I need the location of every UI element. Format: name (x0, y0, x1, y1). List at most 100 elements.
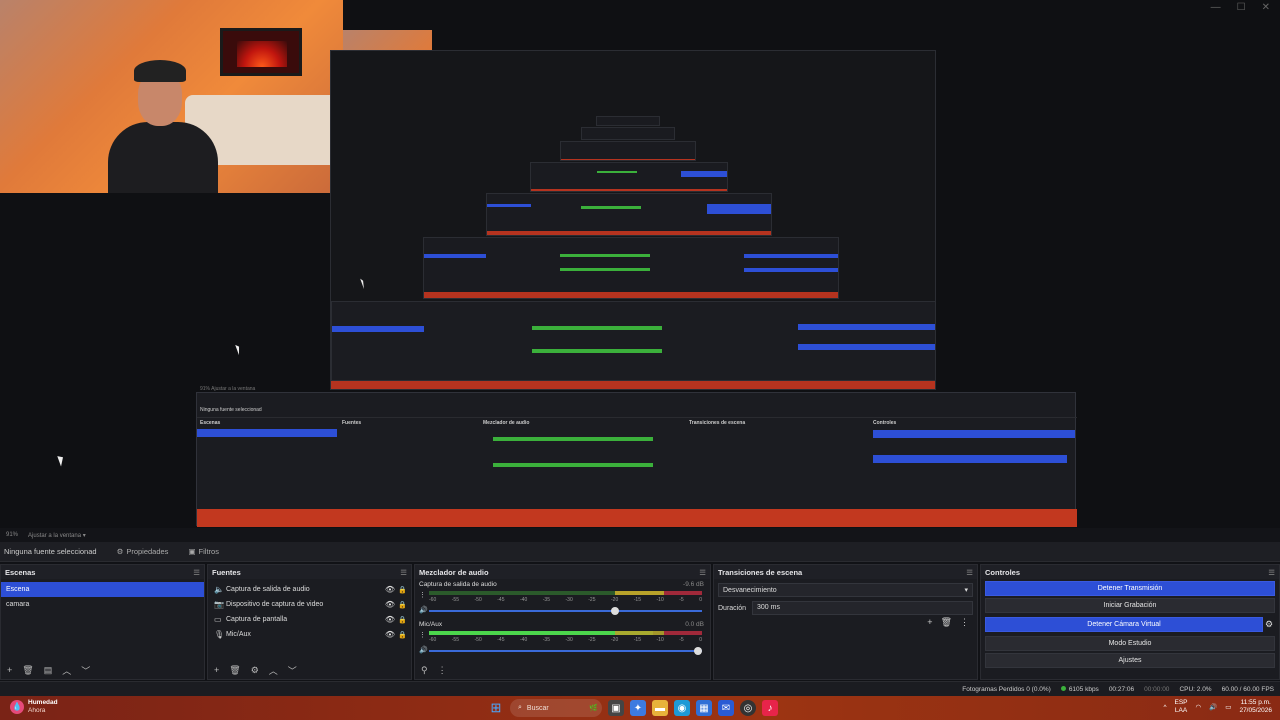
chevron-down-icon: ▾ (964, 587, 968, 594)
add-icon[interactable]: + (214, 665, 219, 675)
bitrate: 6105 kbps (1060, 685, 1099, 693)
cpu-usage: CPU: 2.0% (1179, 685, 1212, 693)
volume-slider[interactable] (429, 647, 702, 655)
duration-input[interactable]: 300 ms (752, 601, 973, 615)
meter-ticks: -60 -55 -50 -45 -40 -35 -30 -25 -20 -15 -10 -5 0 (429, 597, 702, 603)
speaker-icon[interactable]: 🔊 (419, 646, 428, 654)
speaker-icon[interactable]: 🔊 (419, 606, 428, 614)
language-indicator[interactable]: ESP LAA (1175, 699, 1188, 715)
link-icon[interactable]: ⚲ (421, 665, 428, 676)
volume-slider[interactable] (429, 607, 702, 615)
eye-icon[interactable]: 👁 (385, 585, 395, 594)
lock-icon[interactable]: 🔒 (398, 616, 407, 624)
menu-dots-icon[interactable]: ⋮ (419, 631, 426, 639)
webcam-feed (0, 0, 343, 193)
dock-menu-icon[interactable]: ☰ (1268, 568, 1275, 577)
nested-preview-3 (486, 193, 772, 236)
audio-mixer-dock: Mezclador de audio ☰ Captura de salida de… (414, 564, 711, 680)
copilot-icon[interactable]: ✦ (630, 700, 646, 716)
nested-preview-main: 91% Ajustar a la ventana Ninguna fuente … (196, 386, 1077, 527)
lock-icon[interactable]: 🔒 (398, 631, 407, 639)
eye-icon[interactable]: 👁 (385, 615, 395, 624)
system-tray: ^ ESP LAA ◠ 🔊 ▭ 11:55 p.m. 27/05/2026 (1163, 699, 1272, 715)
mixer-title: Mezclador de audio (419, 567, 489, 577)
streamer-person (108, 60, 218, 193)
gear-icon[interactable]: ⚙ (251, 665, 259, 676)
filter-icon[interactable]: ▤ (44, 665, 53, 676)
add-icon[interactable]: + (927, 617, 932, 628)
source-item[interactable]: 🔈 Captura de salida de audio 👁 🔒 (208, 582, 411, 597)
task-view-icon[interactable]: ▣ (608, 700, 624, 716)
studio-mode-button[interactable]: Modo Estudio (985, 636, 1275, 651)
mixer-channel: Mic/Aux 0.0 dB -60 -55 -50 -45 -40 -35 -30 -25-… (415, 619, 710, 659)
channel-name: Captura de salida de audio (419, 581, 497, 588)
up-arrow-icon[interactable]: ︿ (269, 664, 278, 677)
speaker-icon: 🔈 (214, 585, 224, 594)
fireplace-tv (220, 28, 302, 76)
menu-dots-icon[interactable]: ⋮ (438, 665, 447, 676)
minimize-button[interactable]: — (1211, 2, 1221, 13)
gear-icon[interactable]: ⚙ (1265, 619, 1279, 630)
no-source-label: Ninguna fuente seleccionad (4, 547, 97, 556)
file-explorer-icon[interactable]: ▬ (652, 700, 668, 716)
edge-icon[interactable]: ◉ (674, 700, 690, 716)
trash-icon[interactable]: 🗑 (229, 665, 240, 676)
mixer-channel: Captura de salida de audio -9.6 dB -60 -5… (415, 579, 710, 619)
mail-icon[interactable]: ✉ (718, 700, 734, 716)
taskbar-search[interactable]: ⌕ Buscar 🌿 (510, 699, 602, 717)
trash-icon[interactable]: 🗑 (22, 665, 33, 676)
windows-taskbar: 💧 Humedad Ahora ⊞ ⌕ Buscar 🌿 ▣ ✦ ▬ ◉ ▦ ✉ ◎ … (0, 696, 1280, 720)
source-item[interactable]: ▭ Captura de pantalla 👁 🔒 (208, 612, 411, 627)
menu-dots-icon[interactable]: ⋮ (419, 591, 426, 599)
lock-icon[interactable]: 🔒 (398, 586, 407, 594)
weather-widget[interactable]: 💧 Humedad Ahora (10, 699, 58, 715)
dock-menu-icon[interactable]: ☰ (193, 568, 200, 577)
scenes-dock: Escenas ☰ Escena camara + 🗑 ▤ ︿ ﹀ (0, 564, 205, 680)
dock-menu-icon[interactable]: ☰ (966, 568, 973, 577)
controls-dock: Controles ☰ Detener Transmisión Iniciar G… (980, 564, 1280, 680)
zoom-level[interactable]: 91% (6, 532, 18, 538)
nested-preview-6 (581, 127, 675, 140)
up-arrow-icon[interactable]: ︿ (62, 664, 71, 677)
volume-icon[interactable]: 🔊 (1209, 703, 1217, 711)
fps: 60.00 / 60.00 FPS (1221, 685, 1274, 693)
gear-icon: ⚙ (116, 547, 124, 556)
filters-button[interactable]: ▣ Filtros (188, 547, 219, 556)
dock-menu-icon[interactable]: ☰ (699, 568, 706, 577)
eye-icon[interactable]: 👁 (385, 600, 395, 609)
menu-dots-icon[interactable]: ⋮ (960, 617, 969, 628)
source-toolbar: Ninguna fuente seleccionad ⚙ Propiedades … (0, 542, 1280, 562)
obs-icon[interactable]: ◎ (740, 700, 756, 716)
scene-item[interactable]: camara (1, 597, 204, 612)
mic-icon: 🎙 (214, 630, 225, 639)
filter-icon: ▣ (188, 547, 196, 556)
stop-virtual-camera-button[interactable]: Detener Cámara Virtual (985, 617, 1263, 632)
wifi-icon[interactable]: ◠ (1196, 703, 1202, 711)
transition-select[interactable]: Desvanecimiento ▾ (718, 583, 973, 597)
start-recording-button[interactable]: Iniciar Grabación (985, 598, 1275, 613)
down-arrow-icon[interactable]: ﹀ (81, 664, 90, 677)
windows-start-icon[interactable]: ⊞ (488, 700, 504, 716)
add-icon[interactable]: + (7, 665, 12, 675)
dock-menu-icon[interactable]: ☰ (400, 568, 407, 577)
duration-label: Duración (718, 604, 747, 612)
properties-button[interactable]: ⚙ Propiedades (117, 547, 169, 556)
fit-window-dropdown[interactable]: Ajustar a la ventana ▾ (28, 532, 86, 539)
clock[interactable]: 11:55 p.m. 27/05/2026 (1239, 699, 1272, 715)
store-icon[interactable]: ▦ (696, 700, 712, 716)
lock-icon[interactable]: 🔒 (398, 601, 407, 609)
down-arrow-icon[interactable]: ﹀ (288, 664, 297, 677)
settings-button[interactable]: Ajustes (985, 653, 1275, 668)
tiktok-studio-icon[interactable]: ♪ (762, 700, 778, 716)
battery-icon[interactable]: ▭ (1225, 703, 1231, 711)
source-item[interactable]: 📷 Dispositivo de captura de video 👁 🔒 (208, 597, 411, 612)
close-button[interactable]: ✕ (1262, 2, 1270, 13)
scene-item[interactable]: Escena (1, 582, 204, 597)
maximize-button[interactable]: ☐ (1237, 2, 1246, 13)
eye-icon[interactable]: 👁 (385, 630, 395, 639)
mouse-cursor (57, 454, 66, 467)
stop-streaming-button[interactable]: Detener Transmisión (985, 581, 1275, 596)
chevron-up-icon[interactable]: ^ (1163, 704, 1166, 711)
source-item[interactable]: 🎙 Mic/Aux 👁 🔒 (208, 627, 411, 642)
trash-icon[interactable]: 🗑 (941, 617, 952, 628)
